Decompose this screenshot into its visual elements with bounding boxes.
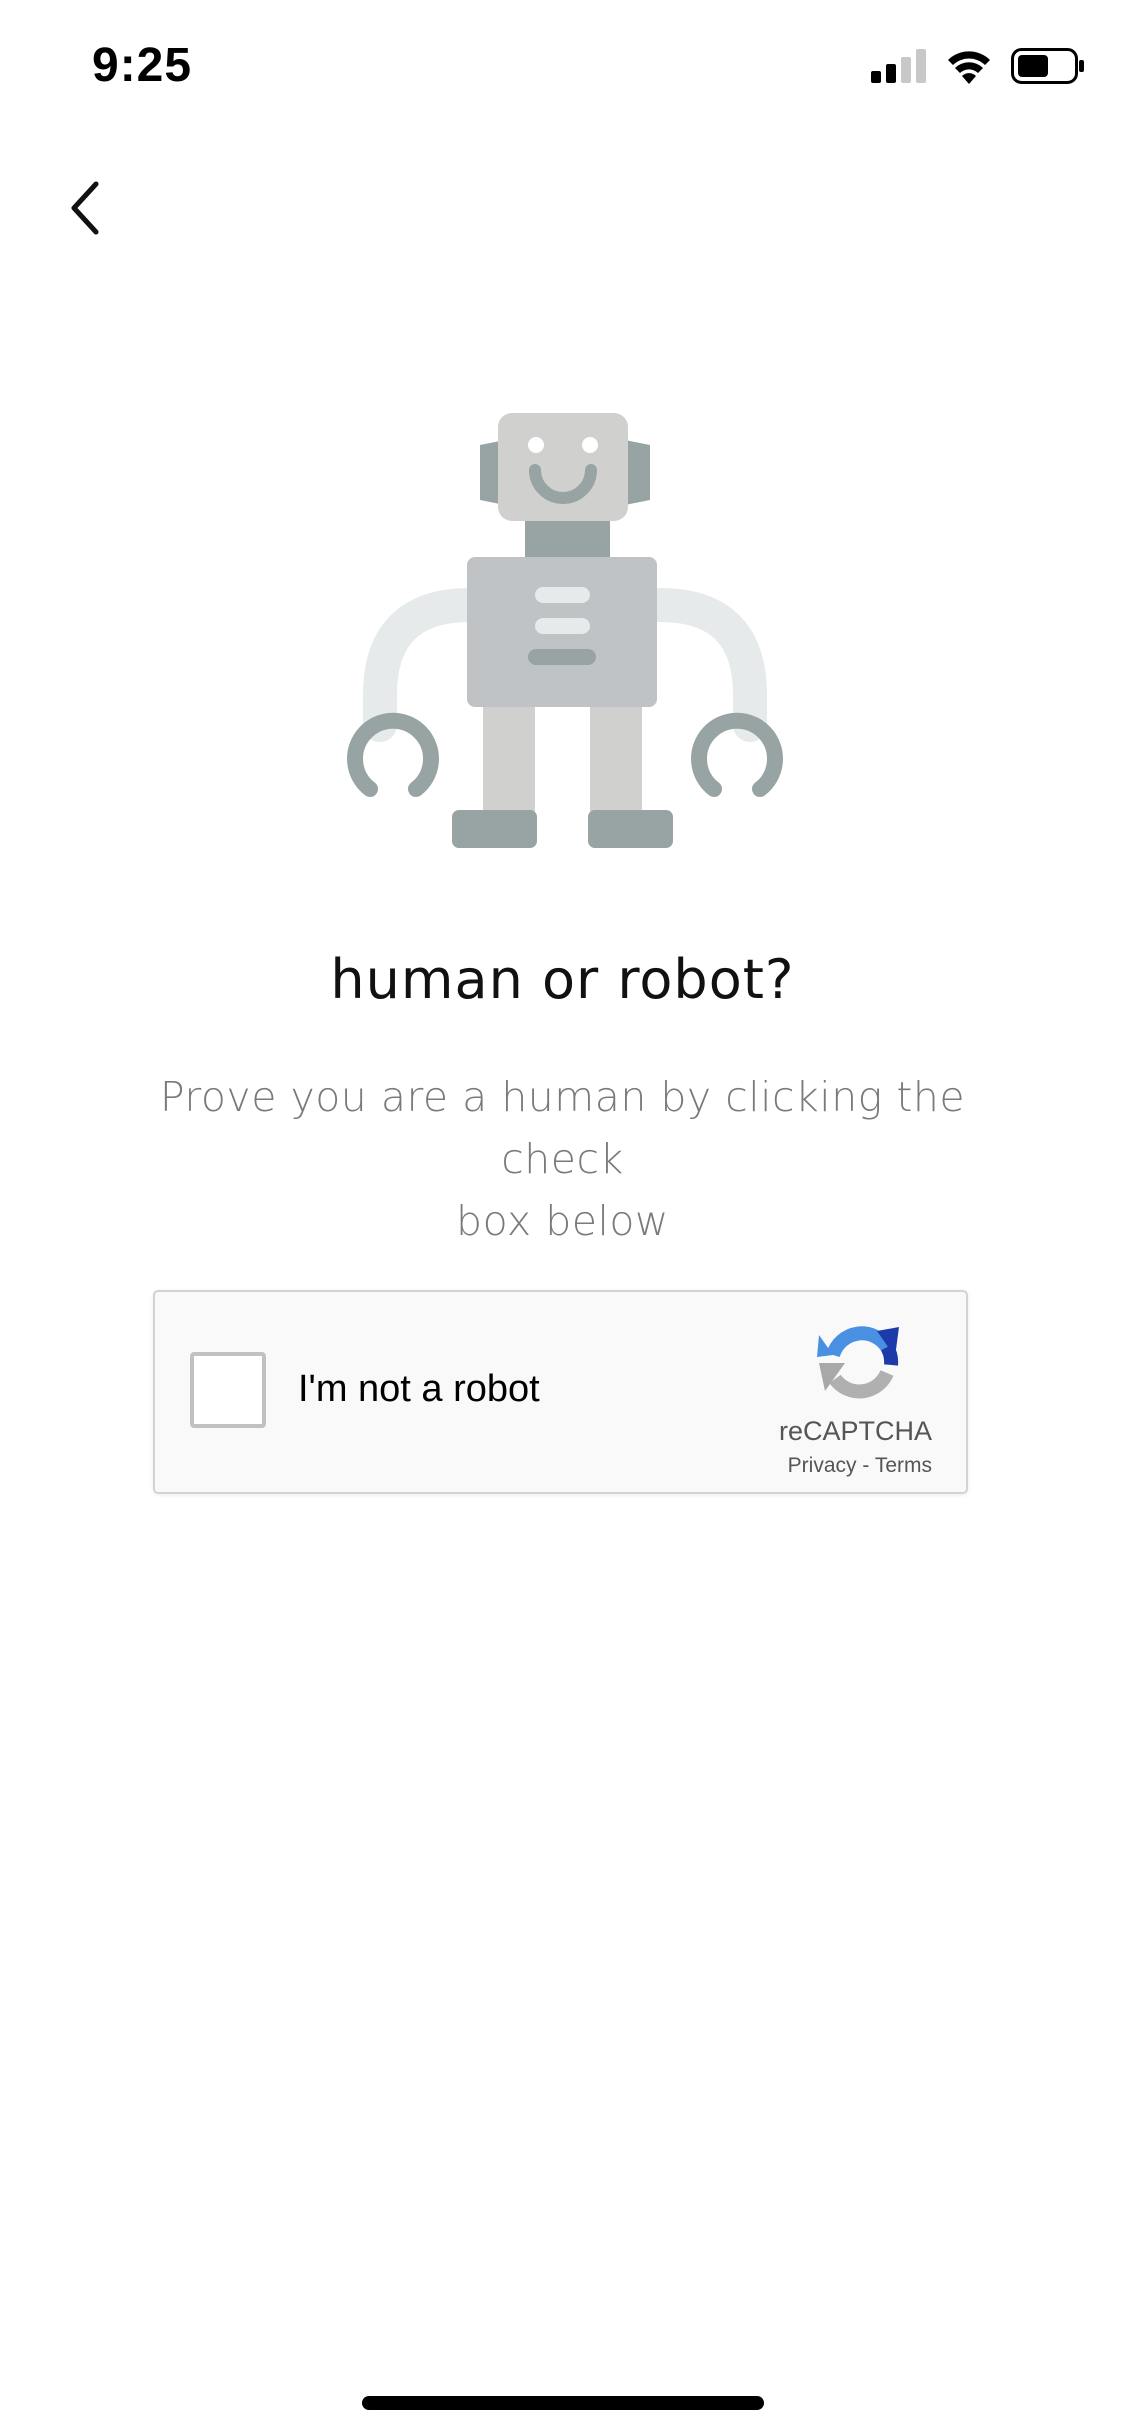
chevron-left-icon bbox=[66, 178, 106, 243]
recaptcha-logo-icon bbox=[815, 1317, 905, 1407]
battery-icon bbox=[1011, 47, 1085, 89]
recaptcha-link-separator: - bbox=[856, 1454, 875, 1477]
subtitle-line-1: Prove you are a human by clicking the ch… bbox=[159, 1073, 966, 1183]
status-time: 9:25 bbox=[92, 39, 193, 92]
robot-illustration bbox=[330, 405, 800, 865]
recaptcha-brand: reCAPTCHA bbox=[778, 1416, 932, 1446]
page-subtitle: Prove you are a human by clicking the ch… bbox=[130, 1066, 995, 1252]
wifi-icon bbox=[945, 48, 993, 89]
subtitle-line-2: box below bbox=[456, 1197, 669, 1245]
recaptcha-links: Privacy - Terms bbox=[788, 1454, 932, 1478]
status-bar: 9:25 bbox=[0, 0, 1125, 140]
recaptcha-checkbox-label[interactable]: I'm not a robot bbox=[298, 1368, 540, 1411]
back-button[interactable] bbox=[36, 160, 136, 260]
recaptcha-widget: I'm not a robot reCAPTCHA Privacy - Term… bbox=[153, 1290, 968, 1494]
status-icons bbox=[871, 47, 1085, 89]
home-indicator bbox=[362, 2396, 764, 2410]
recaptcha-privacy-link[interactable]: Privacy bbox=[788, 1454, 857, 1477]
page-title: human or robot? bbox=[330, 948, 795, 1011]
recaptcha-checkbox[interactable] bbox=[190, 1352, 266, 1428]
recaptcha-terms-link[interactable]: Terms bbox=[875, 1454, 932, 1477]
cellular-signal-icon bbox=[871, 48, 927, 88]
